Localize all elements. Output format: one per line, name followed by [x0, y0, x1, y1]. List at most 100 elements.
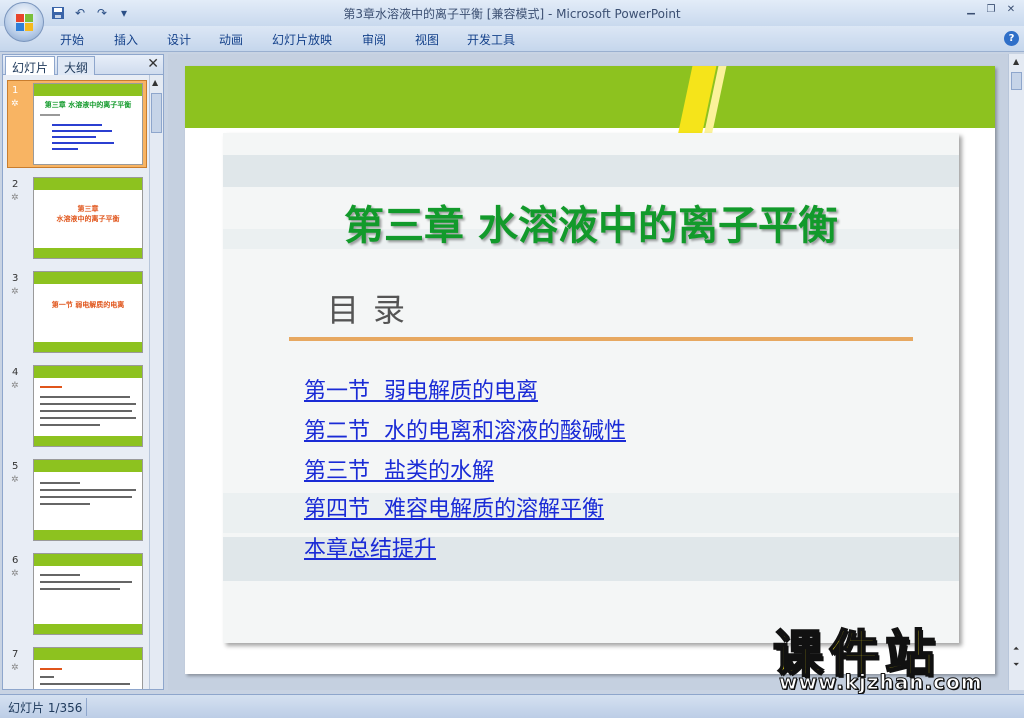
slide-thumbnail-7[interactable] — [33, 647, 143, 689]
slide-canvas[interactable]: 第三章 水溶液中的离子平衡 目录 第一节 弱电解质的电离 第二节 水的电离和溶液… — [185, 66, 995, 674]
thumb-line — [40, 503, 90, 505]
tab-review[interactable]: 审阅 — [362, 31, 386, 48]
thumb-line — [40, 676, 54, 678]
tab-outline[interactable]: 大纲 — [57, 56, 96, 75]
slide-title[interactable]: 第三章 水溶液中的离子平衡 — [223, 193, 959, 251]
editor-scrollbar[interactable]: ▲ ⏶ ⏷ — [1008, 54, 1024, 690]
animation-star-icon: ✲ — [11, 193, 19, 203]
thumb-link-line — [52, 124, 102, 126]
thumbnail-scrollbar[interactable]: ▲ — [149, 75, 163, 689]
thumb-line — [40, 683, 130, 685]
thumb-footer-band — [34, 624, 142, 634]
slide-editor: 第三章 水溶液中的离子平衡 目录 第一节 弱电解质的电离 第二节 水的电离和溶液… — [168, 54, 1008, 690]
thumb-title: 第一节 弱电解质的电离 — [51, 301, 125, 309]
restore-icon[interactable]: ❐ — [984, 3, 998, 17]
tab-design[interactable]: 设计 — [167, 31, 191, 48]
slide-number: 6 — [12, 555, 19, 566]
thumb-header-band — [34, 460, 142, 472]
slide-number: 3 — [12, 273, 19, 284]
scrollbar-thumb[interactable] — [151, 93, 162, 133]
slide-indicator: 幻灯片 1/356 — [8, 701, 83, 715]
title-bar: ↶ ↷ ▾ 第3章水溶液中的离子平衡 [兼容模式] - Microsoft Po… — [0, 0, 1024, 26]
scroll-up-icon[interactable]: ▲ — [152, 78, 158, 87]
pane-tabs: 幻灯片 大纲 ✕ — [3, 55, 163, 75]
slide-thumbnail-5[interactable] — [33, 459, 143, 541]
toc-link-section-1[interactable]: 第一节 弱电解质的电离 — [304, 373, 538, 405]
thumb-footer-band — [34, 530, 142, 540]
slide-thumbnail-1[interactable]: 第三章 水溶液中的离子平衡 — [33, 83, 143, 165]
tab-developer[interactable]: 开发工具 — [467, 31, 515, 48]
thumb-footer-band — [34, 248, 142, 258]
watermark-logo: 课件站 www.kjzhan.com — [772, 614, 1005, 695]
slide-thumbnails: 1 ✲ 第三章 水溶液中的离子平衡 2 ✲ 第三章 水溶液中的离子平衡 3 ✲ … — [3, 75, 149, 689]
thumb-line — [40, 424, 100, 426]
powerpoint-window: ↶ ↷ ▾ 第3章水溶液中的离子平衡 [兼容模式] - Microsoft Po… — [0, 0, 1024, 718]
thumb-line — [40, 588, 120, 590]
thumb-link-line — [52, 142, 114, 144]
thumb-link-line — [52, 130, 112, 132]
slide-thumbnail-2[interactable]: 第三章 水溶液中的离子平衡 — [33, 177, 143, 259]
slide-number: 5 — [12, 461, 19, 472]
next-slide-icon[interactable]: ⏷ — [1013, 660, 1019, 670]
scroll-up-icon[interactable]: ▲ — [1013, 57, 1019, 66]
office-logo-icon — [16, 14, 34, 32]
watermark-url: www.kjzhan.com — [779, 670, 983, 695]
thumb-header-band — [34, 648, 142, 660]
toc-link-summary[interactable]: 本章总结提升 — [304, 531, 436, 563]
slide-header-band — [185, 66, 995, 128]
slide-number: 7 — [12, 649, 19, 660]
animation-star-icon: ✲ — [11, 99, 19, 109]
tab-insert[interactable]: 插入 — [114, 31, 138, 48]
thumb-line — [40, 396, 130, 398]
window-controls: ▁ ❐ ✕ — [964, 3, 1018, 17]
thumb-line — [40, 668, 62, 670]
thumb-line — [40, 410, 132, 412]
slide-thumbnail-4[interactable] — [33, 365, 143, 447]
toc-link-section-3[interactable]: 第三节 盐类的水解 — [304, 453, 494, 485]
content-box: 第三章 水溶液中的离子平衡 目录 第一节 弱电解质的电离 第二节 水的电离和溶液… — [223, 133, 959, 643]
status-bar: 幻灯片 1/356 — [0, 694, 1024, 718]
tab-view[interactable]: 视图 — [415, 31, 439, 48]
thumb-link-line — [52, 148, 78, 150]
close-pane-icon[interactable]: ✕ — [147, 56, 159, 72]
office-button[interactable] — [4, 2, 44, 42]
toc-heading: 目录 — [327, 291, 420, 329]
thumb-header-band — [34, 272, 142, 284]
slide-thumbnail-6[interactable] — [33, 553, 143, 635]
tab-slides[interactable]: 幻灯片 — [5, 56, 56, 75]
tab-slideshow[interactable]: 幻灯片放映 — [272, 31, 332, 48]
slide-thumbnail-3[interactable]: 第一节 弱电解质的电离 — [33, 271, 143, 353]
thumb-line — [40, 489, 136, 491]
thumb-line — [40, 386, 62, 388]
status-divider — [86, 698, 87, 716]
thumb-line — [40, 482, 80, 484]
tab-home[interactable]: 开始 — [60, 31, 84, 48]
toc-divider — [289, 337, 913, 341]
thumb-subtitle: 水溶液中的离子平衡 — [56, 215, 120, 223]
animation-star-icon: ✲ — [11, 381, 19, 391]
window-title: 第3章水溶液中的离子平衡 [兼容模式] - Microsoft PowerPoi… — [343, 7, 681, 21]
scrollbar-thumb[interactable] — [1011, 72, 1022, 90]
toc-link-section-2[interactable]: 第二节 水的电离和溶液的酸碱性 — [304, 413, 626, 445]
thumb-header-band — [34, 84, 142, 96]
animation-star-icon: ✲ — [11, 475, 19, 485]
help-icon[interactable]: ? — [1004, 31, 1019, 46]
tab-animations[interactable]: 动画 — [219, 31, 243, 48]
slides-pane: 幻灯片 大纲 ✕ 1 ✲ 第三章 水溶液中的离子平衡 2 ✲ 第三章 水溶液中的… — [2, 54, 164, 690]
thumb-line — [40, 403, 136, 405]
thumb-line — [40, 114, 60, 116]
ribbon-tabs: 开始 插入 设计 动画 幻灯片放映 审阅 视图 开发工具 ? — [0, 26, 1024, 52]
slide-number: 2 — [12, 179, 19, 190]
slide-number: 1 — [12, 85, 19, 96]
minimize-icon[interactable]: ▁ — [964, 3, 978, 17]
toc-link-section-4[interactable]: 第四节 难容电解质的溶解平衡 — [304, 491, 604, 523]
thumb-header-band — [34, 366, 142, 378]
animation-star-icon: ✲ — [11, 569, 19, 579]
thumb-title: 第三章 — [77, 205, 99, 213]
thumb-line — [40, 574, 80, 576]
previous-slide-icon[interactable]: ⏶ — [1013, 644, 1019, 654]
thumb-header-band — [34, 178, 142, 190]
thumb-footer-band — [34, 436, 142, 446]
thumb-line — [40, 581, 132, 583]
close-icon[interactable]: ✕ — [1004, 3, 1018, 17]
